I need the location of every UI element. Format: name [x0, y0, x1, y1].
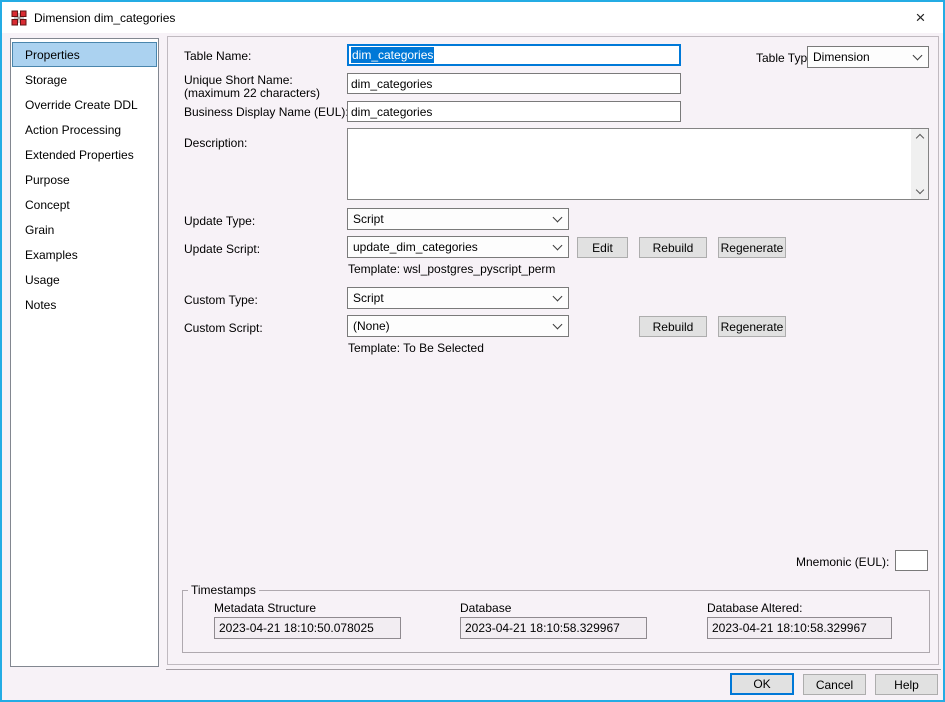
- business-display-name-input[interactable]: [347, 101, 681, 122]
- description-textarea-frame: [347, 128, 929, 200]
- scroll-up-icon[interactable]: [915, 133, 924, 143]
- update-type-select[interactable]: Script: [347, 208, 569, 230]
- close-icon: ×: [915, 7, 926, 27]
- business-display-name-label: Business Display Name (EUL):: [184, 105, 349, 119]
- properties-panel: Table Name: dim_categories Table Type: D…: [167, 36, 939, 665]
- table-name-label: Table Name:: [184, 49, 252, 63]
- timestamps-legend: Timestamps: [191, 583, 256, 597]
- app-icon: [11, 10, 27, 25]
- rebuild-button-label: Rebuild: [652, 240, 694, 255]
- update-script-select[interactable]: update_dim_categories: [347, 236, 569, 258]
- cancel-button-label: Cancel: [815, 677, 854, 692]
- help-button[interactable]: Help: [875, 674, 938, 695]
- footer-separator: [166, 669, 941, 670]
- close-button[interactable]: ×: [898, 2, 943, 33]
- custom-type-select[interactable]: Script: [347, 287, 569, 309]
- chevron-down-icon: [552, 291, 563, 302]
- sidebar-item-purpose[interactable]: Purpose: [12, 167, 157, 192]
- regenerate-button-label: Regenerate: [720, 240, 784, 255]
- cancel-button[interactable]: Cancel: [803, 674, 866, 695]
- update-script-label: Update Script:: [184, 242, 261, 256]
- sidebar-item-concept[interactable]: Concept: [12, 192, 157, 217]
- table-name-selected-text: dim_categories: [351, 47, 435, 63]
- unique-short-name-input[interactable]: [347, 73, 681, 94]
- mnemonic-label: Mnemonic (EUL):: [796, 555, 890, 569]
- table-type-value: Dimension: [813, 50, 870, 64]
- ok-button[interactable]: OK: [730, 673, 794, 695]
- database-altered-label: Database Altered:: [707, 601, 803, 615]
- sidebar-item-extended-properties[interactable]: Extended Properties: [12, 142, 157, 167]
- description-label: Description:: [184, 136, 248, 150]
- sidebar-item-action-processing[interactable]: Action Processing: [12, 117, 157, 142]
- custom-script-value: (None): [353, 319, 390, 333]
- chevron-down-icon: [552, 212, 563, 223]
- description-textarea[interactable]: [348, 129, 910, 199]
- rebuild-button-label: Rebuild: [652, 319, 694, 334]
- unique-short-name-label: Unique Short Name:: [184, 73, 293, 87]
- metadata-structure-value: [214, 617, 401, 639]
- unique-short-name-sublabel: (maximum 22 characters): [184, 86, 321, 100]
- mnemonic-input[interactable]: [895, 550, 928, 571]
- update-type-label: Update Type:: [184, 214, 256, 228]
- description-scrollbar[interactable]: [911, 129, 928, 199]
- sidebar-item-usage[interactable]: Usage: [12, 267, 157, 292]
- chevron-down-icon: [552, 319, 563, 330]
- custom-script-template-text: Template: To Be Selected: [348, 341, 484, 355]
- custom-type-value: Script: [353, 291, 384, 305]
- ok-button-label: OK: [753, 677, 771, 691]
- update-type-value: Script: [353, 212, 384, 226]
- update-script-template-text: Template: wsl_postgres_pyscript_perm: [348, 262, 556, 276]
- timestamps-group: Timestamps Metadata Structure Database D…: [182, 583, 930, 653]
- sidebar-item-properties[interactable]: Properties: [12, 42, 157, 67]
- scroll-down-icon[interactable]: [915, 185, 924, 195]
- database-altered-value: [707, 617, 892, 639]
- edit-button-label: Edit: [592, 240, 613, 255]
- sidebar-item-notes[interactable]: Notes: [12, 292, 157, 317]
- rebuild-update-button[interactable]: Rebuild: [639, 237, 707, 258]
- table-type-select[interactable]: Dimension: [807, 46, 929, 68]
- sidebar: Properties Storage Override Create DDL A…: [10, 38, 159, 667]
- update-script-value: update_dim_categories: [353, 240, 478, 254]
- chevron-down-icon: [912, 50, 923, 61]
- help-button-label: Help: [894, 677, 919, 692]
- database-label: Database: [460, 601, 512, 615]
- sidebar-item-examples[interactable]: Examples: [12, 242, 157, 267]
- dialog-window: Dimension dim_categories × Properties St…: [0, 0, 945, 702]
- table-name-input[interactable]: dim_categories: [347, 44, 681, 66]
- custom-script-select[interactable]: (None): [347, 315, 569, 337]
- rebuild-custom-button[interactable]: Rebuild: [639, 316, 707, 337]
- regenerate-button-label: Regenerate: [720, 319, 784, 334]
- regenerate-custom-button[interactable]: Regenerate: [718, 316, 786, 337]
- custom-type-label: Custom Type:: [184, 293, 258, 307]
- edit-button[interactable]: Edit: [577, 237, 628, 258]
- sidebar-item-grain[interactable]: Grain: [12, 217, 157, 242]
- custom-script-label: Custom Script:: [184, 321, 263, 335]
- title-bar: Dimension dim_categories ×: [2, 2, 943, 33]
- sidebar-item-override-create-ddl[interactable]: Override Create DDL: [12, 92, 157, 117]
- sidebar-item-storage[interactable]: Storage: [12, 67, 157, 92]
- chevron-down-icon: [552, 240, 563, 251]
- window-title: Dimension dim_categories: [34, 10, 176, 25]
- database-value: [460, 617, 647, 639]
- metadata-structure-label: Metadata Structure: [214, 601, 317, 615]
- regenerate-update-button[interactable]: Regenerate: [718, 237, 786, 258]
